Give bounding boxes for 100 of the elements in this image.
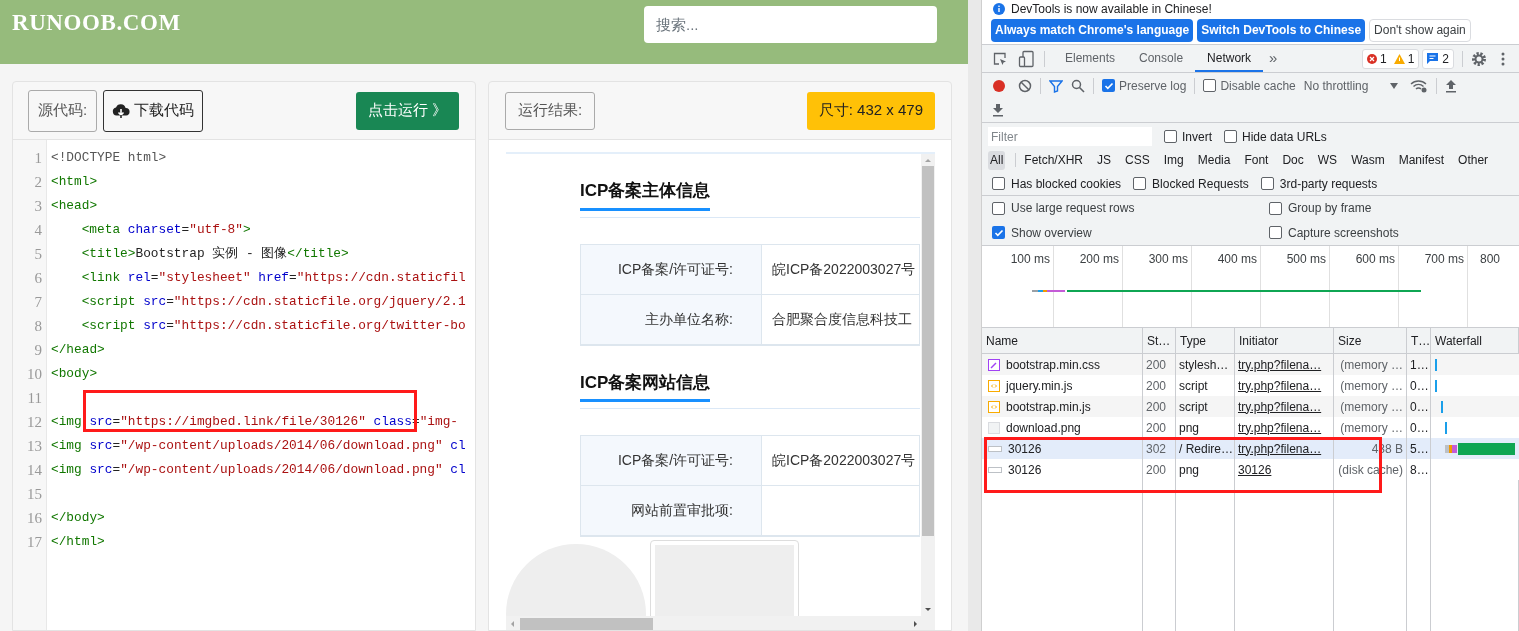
line-number: 9 [34,342,42,358]
request-initiator[interactable]: try.php?filena… [1238,397,1322,416]
column-header[interactable]: Size [1338,331,1362,350]
column-header[interactable]: Initiator [1239,331,1279,350]
vertical-scrollbar[interactable] [921,154,935,616]
network-conditions-icon[interactable] [1410,78,1429,93]
line-number: 1 [34,150,42,166]
setting-checkbox[interactable] [992,226,1005,240]
request-time: 0… [1410,419,1429,437]
request-name: download.png [1006,419,1081,437]
line-number: 17 [27,534,42,550]
column-header[interactable]: St… [1147,331,1171,350]
column-header[interactable]: Waterfall [1435,331,1482,350]
request-size: (memory … [1340,356,1403,374]
download-icon[interactable] [992,103,1004,117]
request-initiator[interactable]: try.php?filena… [1238,355,1322,374]
type-filter-button[interactable]: Media [1195,150,1233,170]
messages-counter[interactable]: 2 [1422,48,1454,69]
disable-cache-checkbox[interactable] [1203,79,1217,92]
filter-option-checkbox[interactable] [1224,130,1237,143]
time-tick-label: 500 ms [1286,252,1326,266]
script-file-icon [988,400,1000,413]
code-line: <script src="https://cdn.staticfile.org/jquery/2.1 [81,293,466,311]
request-initiator[interactable]: try.php?filena… [1238,418,1322,437]
request-size: (memory … [1340,398,1403,416]
run-button[interactable]: 点击运行 》 [355,91,459,130]
search-icon[interactable] [1071,78,1085,93]
setting-checkbox[interactable] [992,201,1005,215]
size-badge: 尺寸: 432 x 479 [806,91,935,130]
filter-icon[interactable] [1049,78,1063,93]
cloud-download-icon [112,102,131,119]
type-filter-button[interactable]: Font [1242,150,1271,170]
language-notice: DevTools is now available in Chinese! [1011,1,1212,16]
column-header[interactable]: Name [986,331,1018,350]
line-number: 13 [27,438,42,454]
clear-icon[interactable] [1018,78,1032,93]
upload-icon[interactable] [1445,78,1458,93]
line-number: 16 [27,510,42,526]
request-initiator[interactable]: try.php?filena… [1238,439,1322,458]
request-type: script [1179,377,1208,395]
notice-button[interactable]: Switch DevTools to Chinese [1197,18,1366,42]
notice-button[interactable]: Always match Chrome's language [991,18,1194,42]
request-option-checkbox[interactable] [1133,177,1147,190]
request-initiator[interactable]: 30126 [1238,460,1272,479]
issues-counter[interactable]: 1 1 [1361,48,1420,69]
inspect-element-icon[interactable] [992,50,1008,67]
request-type: png [1179,419,1200,437]
line-number: 10 [27,366,42,382]
type-filter-button[interactable]: Img [1161,150,1186,170]
code-line: <script src="https://cdn.staticfile.org/twitter-bo [81,317,466,335]
line-number: 8 [34,318,42,334]
request-option-label: 3rd-party requests [1279,175,1378,193]
request-option-checkbox[interactable] [1260,177,1274,190]
time-tick-label: 800 [1480,252,1501,266]
setting-checkbox[interactable] [1269,226,1282,240]
throttling-dropdown[interactable]: No throttling [1303,76,1399,95]
type-filter-button[interactable]: All [988,150,1006,170]
result-label-button[interactable]: 运行结果: [505,91,596,130]
type-filter-button[interactable]: Fetch/XHR [1022,150,1086,170]
devtools-tab[interactable]: Elements [1053,45,1128,72]
type-filter-button[interactable]: CSS [1123,150,1152,170]
request-row[interactable]: bootstrap.min.js 200 script try.php?filena… (memory … 0… [982,396,1519,417]
request-option-checkbox[interactable] [992,177,1005,190]
preserve-log-checkbox[interactable] [1102,79,1115,92]
type-filter-button[interactable]: Manifest [1396,150,1447,170]
line-number: 3 [34,198,42,214]
device-toolbar-icon[interactable] [1018,49,1036,68]
more-options-icon[interactable] [1501,51,1505,66]
code-line: </head> [51,341,105,359]
time-tick-label: 100 ms [1010,252,1050,266]
request-option-label: Has blocked cookies [1011,175,1122,193]
setting-checkbox[interactable] [1269,201,1282,215]
source-label-button[interactable]: 源代码: [28,89,98,132]
filter-option-label: Hide data URLs [1242,128,1327,146]
type-filter-button[interactable]: Doc [1280,150,1306,170]
filter-option-checkbox[interactable] [1164,130,1177,143]
record-icon[interactable] [992,78,1006,93]
request-row[interactable]: bootstrap.min.css 200 stylesh… try.php?filena… (memory … 1… [982,354,1519,375]
column-header[interactable]: T… [1411,331,1431,350]
request-time: 0… [1410,398,1429,416]
horizontal-scrollbar[interactable] [506,616,935,630]
notice-button[interactable]: Don't show again [1369,18,1471,42]
filter-field[interactable]: Filter [988,127,1152,146]
type-filter-button[interactable]: Other [1456,150,1491,170]
request-initiator[interactable]: try.php?filena… [1238,376,1322,395]
type-filter-button[interactable]: Wasm [1349,150,1387,170]
type-filter-button[interactable]: WS [1315,150,1340,170]
line-number: 14 [27,462,42,478]
image-file-icon [988,421,1000,434]
request-type: / Redire… [1179,440,1234,458]
code-line: </body> [51,509,105,527]
download-code-button[interactable]: 下载代码 [103,89,204,132]
type-filter-button[interactable]: JS [1095,150,1114,170]
column-header[interactable]: Type [1180,331,1206,350]
devtools-tab[interactable]: Console [1127,45,1196,72]
page-scrollbar[interactable] [968,0,982,631]
search-field[interactable]: 搜索... [644,6,937,43]
more-tabs-button[interactable]: » [1263,47,1284,70]
code-line: <img src="/wp-content/uploads/2014/06/download.png" cl [51,437,466,455]
settings-icon[interactable] [1471,50,1487,67]
